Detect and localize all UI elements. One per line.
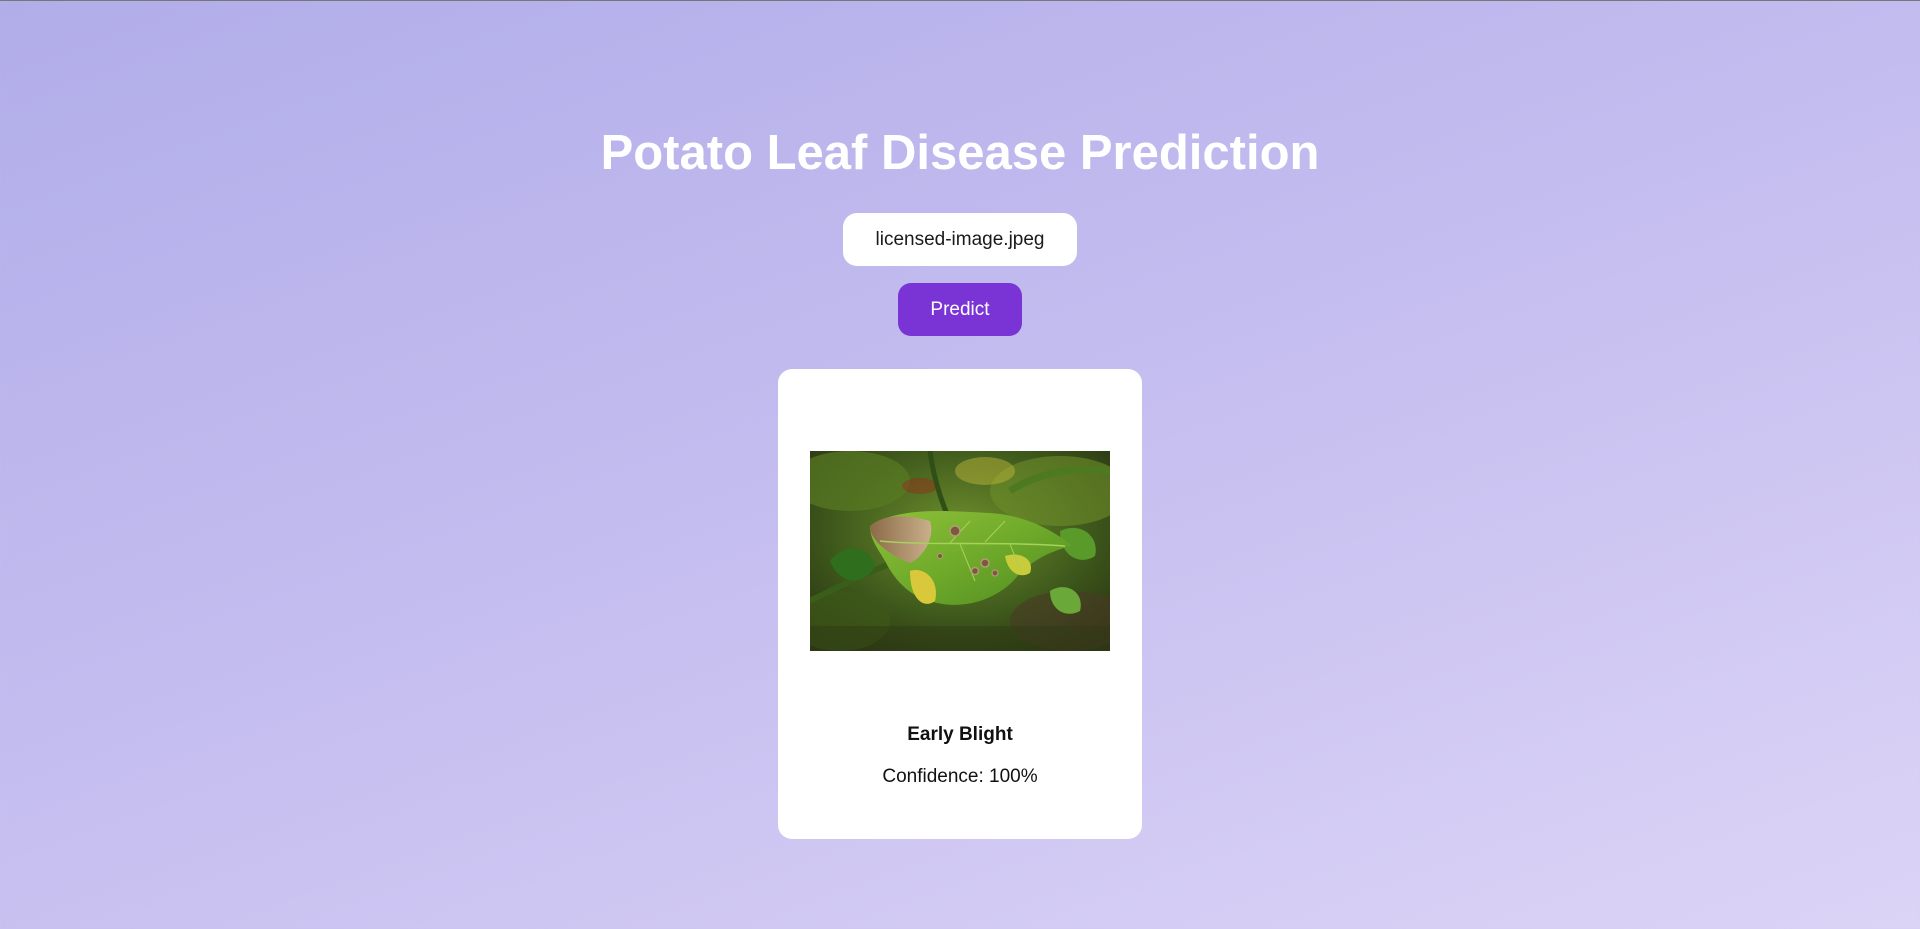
prediction-label: Early Blight (907, 724, 1013, 745)
result-card: Early Blight Confidence: 100% (778, 369, 1142, 839)
predict-button[interactable]: Predict (898, 283, 1022, 336)
file-input[interactable]: licensed-image.jpeg (843, 213, 1077, 266)
confidence-text: Confidence: 100% (882, 766, 1038, 787)
page: Potato Leaf Disease Prediction licensed-… (0, 1, 1920, 929)
page-title: Potato Leaf Disease Prediction (600, 126, 1320, 180)
uploaded-leaf-image (810, 451, 1110, 651)
